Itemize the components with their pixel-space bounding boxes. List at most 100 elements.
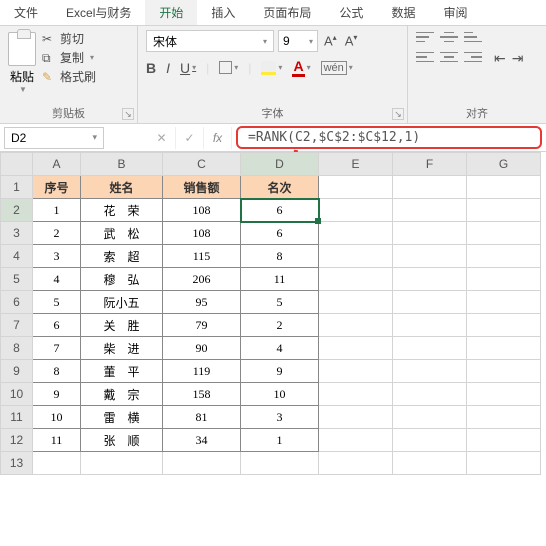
row-header-13[interactable]: 13 [1,452,33,475]
cell[interactable] [163,452,241,475]
font-launcher-icon[interactable]: ↘ [392,108,404,120]
cell[interactable]: 董 平 [81,360,163,383]
cell[interactable]: 雷 横 [81,406,163,429]
cell[interactable]: 5 [33,291,81,314]
cell[interactable] [467,406,541,429]
cell[interactable]: 115 [163,245,241,268]
row-header-4[interactable]: 4 [1,245,33,268]
cell[interactable] [467,314,541,337]
paste-button[interactable]: 粘贴 ▼ [8,30,36,94]
format-painter-button[interactable]: ✎格式刷 [42,68,96,85]
tab-excel-finance[interactable]: Excel与财务 [52,0,145,25]
cell[interactable] [81,452,163,475]
selected-cell[interactable]: 6 [241,199,319,222]
cell[interactable] [393,383,467,406]
row-header-8[interactable]: 8 [1,337,33,360]
cell[interactable]: 张 顺 [81,429,163,452]
decrease-font-button[interactable]: A▾ [343,33,360,48]
cell[interactable]: 158 [163,383,241,406]
tab-page-layout[interactable]: 页面布局 [249,0,325,25]
spreadsheet-grid[interactable]: A B C D E F G 1 序号 姓名 销售额 名次 2 1 花 荣 108… [0,152,546,475]
align-center-button[interactable] [440,50,458,64]
col-header-B[interactable]: B [81,153,163,176]
cell[interactable] [319,199,393,222]
col-header-C[interactable]: C [163,153,241,176]
row-header-11[interactable]: 11 [1,406,33,429]
cell[interactable] [467,429,541,452]
border-button[interactable]: ▾ [219,61,238,74]
cell[interactable] [393,429,467,452]
name-box[interactable]: D2 ▾ [4,127,104,149]
cell[interactable] [393,199,467,222]
clipboard-launcher-icon[interactable]: ↘ [122,108,134,120]
cell[interactable]: 6 [241,222,319,245]
tab-insert[interactable]: 插入 [197,0,249,25]
tab-formulas[interactable]: 公式 [325,0,377,25]
cell[interactable]: 3 [33,245,81,268]
cancel-formula-button[interactable]: ✕ [148,127,176,149]
cell[interactable]: 8 [33,360,81,383]
cell[interactable] [319,314,393,337]
cell[interactable]: 武 松 [81,222,163,245]
cell[interactable] [319,429,393,452]
col-header-A[interactable]: A [33,153,81,176]
cell[interactable]: 206 [163,268,241,291]
cell[interactable]: 序号 [33,176,81,199]
fill-color-button[interactable]: ▾ [261,61,282,75]
row-header-2[interactable]: 2 [1,199,33,222]
col-header-G[interactable]: G [467,153,541,176]
accept-formula-button[interactable]: ✓ [176,127,204,149]
cell[interactable] [241,452,319,475]
cell[interactable] [467,245,541,268]
cell[interactable]: 7 [33,337,81,360]
cell[interactable] [393,406,467,429]
cell[interactable] [393,452,467,475]
cell[interactable]: 10 [33,406,81,429]
align-left-button[interactable] [416,50,434,64]
cell[interactable] [319,383,393,406]
cell[interactable]: 6 [33,314,81,337]
cell[interactable] [467,337,541,360]
cell[interactable] [393,245,467,268]
cell[interactable]: 1 [241,429,319,452]
indent-increase-button[interactable]: ⇥ [512,50,524,67]
cell[interactable]: 穆 弘 [81,268,163,291]
cell[interactable]: 4 [241,337,319,360]
cell[interactable] [393,222,467,245]
underline-button[interactable]: U▾ [180,60,196,76]
cell[interactable]: 79 [163,314,241,337]
copy-dropdown-icon[interactable]: ▾ [90,53,94,62]
cell[interactable] [467,291,541,314]
cell[interactable]: 销售额 [163,176,241,199]
row-header-3[interactable]: 3 [1,222,33,245]
cell[interactable] [319,291,393,314]
cell[interactable]: 10 [241,383,319,406]
select-all-corner[interactable] [1,153,33,176]
row-header-6[interactable]: 6 [1,291,33,314]
cell[interactable]: 戴 宗 [81,383,163,406]
cut-button[interactable]: ✂剪切 [42,30,96,47]
font-size-select[interactable]: 9▾ [278,30,318,52]
cell[interactable]: 9 [241,360,319,383]
cell[interactable] [467,222,541,245]
cell[interactable] [467,199,541,222]
italic-button[interactable]: I [166,60,170,76]
fill-handle[interactable] [315,218,321,224]
cell[interactable]: 名次 [241,176,319,199]
cell[interactable] [467,360,541,383]
cell[interactable]: 9 [33,383,81,406]
tab-review[interactable]: 审阅 [429,0,481,25]
cell[interactable] [319,337,393,360]
cell[interactable]: 索 超 [81,245,163,268]
tab-data[interactable]: 数据 [377,0,429,25]
cell[interactable]: 90 [163,337,241,360]
cell[interactable] [467,383,541,406]
cell[interactable] [393,337,467,360]
row-header-5[interactable]: 5 [1,268,33,291]
cell[interactable]: 5 [241,291,319,314]
cell[interactable] [467,268,541,291]
cell[interactable]: 108 [163,199,241,222]
cell[interactable] [319,360,393,383]
align-right-button[interactable] [464,50,482,64]
cell[interactable]: 花 荣 [81,199,163,222]
